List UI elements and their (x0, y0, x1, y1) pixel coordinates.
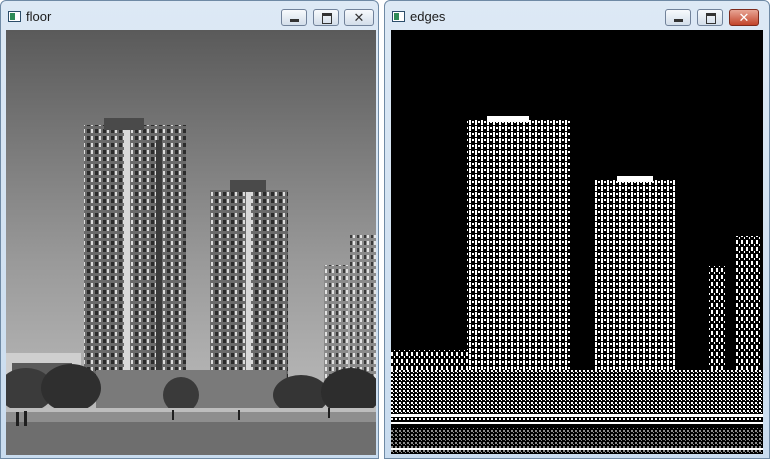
image-canvas (6, 30, 376, 455)
maximize-icon (698, 10, 722, 25)
close-button[interactable]: ✕ (344, 9, 374, 26)
minimize-icon (666, 10, 690, 25)
app-icon (392, 11, 405, 22)
close-button[interactable]: ✕ (729, 9, 759, 26)
close-icon: ✕ (738, 10, 750, 25)
app-icon (8, 11, 21, 22)
title-bar[interactable]: edges ✕ (385, 1, 769, 31)
minimize-button[interactable] (665, 9, 691, 26)
edge-detection-image (391, 30, 763, 454)
close-icon: ✕ (353, 10, 365, 25)
maximize-button[interactable] (697, 9, 723, 26)
floor-window[interactable]: floor ✕ (0, 0, 379, 459)
window-title: floor (26, 9, 52, 24)
maximize-button[interactable] (313, 9, 339, 26)
maximize-icon (314, 10, 338, 25)
image-canvas (391, 30, 763, 454)
minimize-icon (282, 10, 306, 25)
grayscale-building-image (6, 30, 376, 455)
edges-window[interactable]: edges ✕ (384, 0, 770, 459)
window-title: edges (410, 9, 446, 24)
title-bar[interactable]: floor ✕ (1, 1, 378, 31)
minimize-button[interactable] (281, 9, 307, 26)
